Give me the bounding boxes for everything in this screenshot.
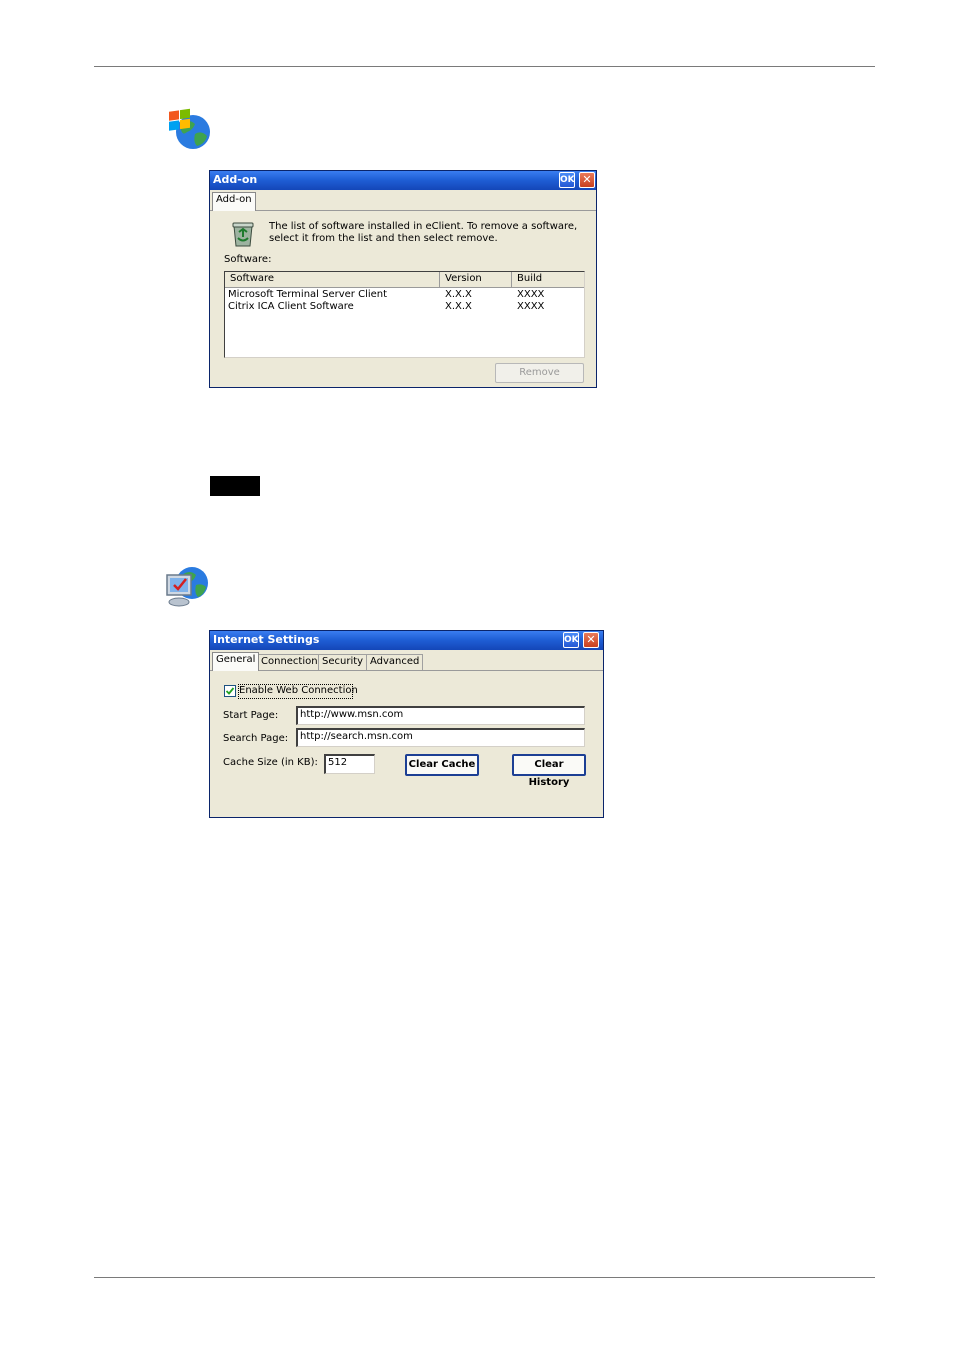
column-software[interactable]: Software xyxy=(230,273,274,284)
addon-dialog: Add-on OK ✕ Add-on The list of software … xyxy=(209,170,597,388)
start-page-input[interactable]: http://www.msn.com xyxy=(296,706,585,725)
column-separator xyxy=(439,272,440,287)
column-separator xyxy=(511,272,512,287)
internet-tabs: General Connection Security Advanced xyxy=(210,651,603,671)
tab-addon[interactable]: Add-on xyxy=(212,192,256,211)
clear-history-button[interactable]: Clear History xyxy=(512,754,586,788)
tab-security[interactable]: Security xyxy=(318,654,368,670)
addon-title: Add-on xyxy=(213,173,258,186)
cell-software: Microsoft Terminal Server Client xyxy=(228,289,388,300)
description-line-2: select it from the list and then select … xyxy=(269,233,498,244)
list-header: Software Version Build xyxy=(225,272,584,288)
internet-titlebar: Internet Settings OK ✕ xyxy=(210,631,603,650)
close-button[interactable]: ✕ xyxy=(579,172,595,188)
cache-size-input[interactable]: 512 xyxy=(324,754,375,774)
windows-globe-icon xyxy=(165,104,213,152)
table-row[interactable]: Microsoft Terminal Server Client X.X.X X… xyxy=(225,289,584,301)
cell-version: X.X.X xyxy=(445,301,472,312)
tab-divider xyxy=(210,670,603,671)
internet-settings-globe-icon xyxy=(164,561,212,609)
recycle-bin-icon xyxy=(230,220,256,248)
table-row[interactable]: Citrix ICA Client Software X.X.X XXXX xyxy=(225,301,584,313)
cell-build: XXXX xyxy=(517,301,545,312)
checkmark-icon xyxy=(225,687,235,695)
cell-version: X.X.X xyxy=(445,289,472,300)
column-build[interactable]: Build xyxy=(517,273,542,284)
ok-button[interactable]: OK xyxy=(559,172,575,188)
note-badge xyxy=(210,476,260,496)
remove-button[interactable]: Remove xyxy=(495,363,584,383)
cell-software: Citrix ICA Client Software xyxy=(228,301,354,312)
tab-advanced[interactable]: Advanced xyxy=(366,654,424,670)
close-button[interactable]: ✕ xyxy=(583,632,599,648)
enable-web-connection-checkbox[interactable] xyxy=(224,685,236,697)
start-page-label: Start Page: xyxy=(223,710,279,721)
enable-web-connection-label[interactable]: Enable Web Connection xyxy=(239,685,358,696)
search-page-input[interactable]: http://search.msn.com xyxy=(296,728,585,747)
header-rule xyxy=(94,66,875,67)
clear-cache-button[interactable]: Clear Cache xyxy=(405,754,479,776)
software-list[interactable]: Software Version Build Microsoft Termina… xyxy=(224,271,585,358)
tab-divider xyxy=(210,210,596,211)
cache-size-label: Cache Size (in KB): xyxy=(223,757,318,768)
addon-tabs: Add-on xyxy=(210,191,596,211)
tab-general[interactable]: General xyxy=(212,652,260,671)
cell-build: XXXX xyxy=(517,289,545,300)
software-label: Software: xyxy=(224,254,272,265)
description-line-1: The list of software installed in eClien… xyxy=(269,221,578,232)
search-page-label: Search Page: xyxy=(223,733,289,744)
footer-rule xyxy=(94,1277,875,1278)
column-version[interactable]: Version xyxy=(445,273,482,284)
internet-title: Internet Settings xyxy=(213,633,320,646)
tab-connection[interactable]: Connection xyxy=(257,654,322,670)
internet-settings-dialog: Internet Settings OK ✕ General Connectio… xyxy=(209,630,604,818)
ok-button[interactable]: OK xyxy=(563,632,579,648)
addon-titlebar: Add-on OK ✕ xyxy=(210,171,596,190)
